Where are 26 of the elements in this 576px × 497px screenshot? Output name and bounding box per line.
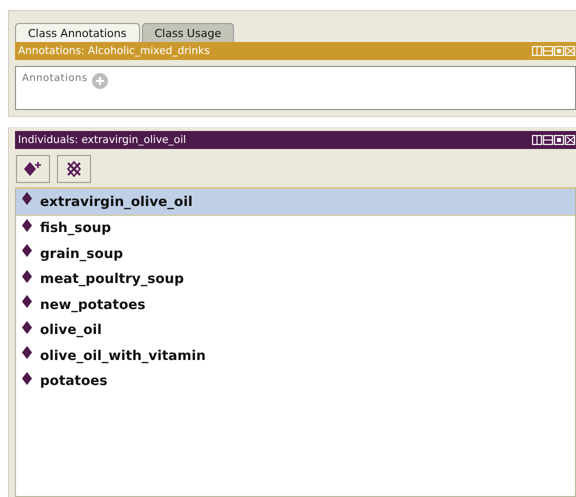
- list-item[interactable]: potatoes: [16, 368, 575, 394]
- list-item[interactable]: fish_soup: [16, 216, 575, 241]
- diamond-icon: [22, 320, 32, 334]
- list-item[interactable]: grain_soup: [16, 241, 575, 266]
- tab[interactable]: Class Annotations: [15, 23, 140, 42]
- diamond-icon: [22, 192, 32, 205]
- panel-title: Individuals: extravirgin_olive_oil: [18, 134, 186, 146]
- crossed-diamond-icon: [64, 160, 84, 178]
- diamond-plus-icon: [23, 160, 43, 178]
- annotations-label: Annotations: [22, 73, 88, 84]
- tab[interactable]: Class Usage: [142, 23, 234, 42]
- add-individual-button[interactable]: [16, 155, 50, 183]
- diamond-icon: [22, 244, 32, 257]
- diamond-icon: [22, 346, 32, 359]
- diamond-icon: [22, 372, 32, 384]
- list-item[interactable]: extravirgin_olive_oil: [16, 189, 575, 216]
- window-controls-icon[interactable]: [532, 135, 576, 145]
- delete-individual-button[interactable]: [57, 155, 91, 183]
- list-item[interactable]: olive_oil_with_vitamin: [16, 343, 575, 368]
- diamond-icon: [22, 218, 32, 232]
- list-item[interactable]: olive_oil: [16, 318, 575, 343]
- list-item[interactable]: meat_poultry_soup: [16, 266, 575, 292]
- diamond-icon: [22, 270, 32, 282]
- panel-title: Annotations: Alcoholic_mixed_drinks: [18, 45, 210, 57]
- list-item[interactable]: new_potatoes: [16, 292, 575, 318]
- diamond-icon: [22, 295, 32, 308]
